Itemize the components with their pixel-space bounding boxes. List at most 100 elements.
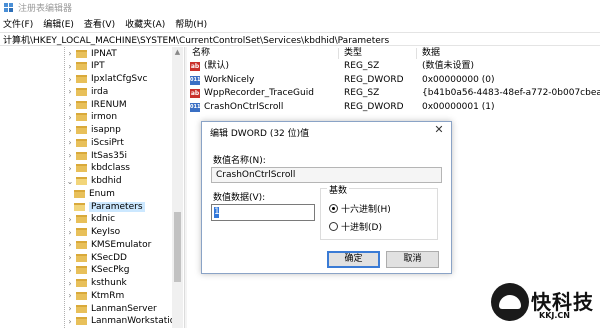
radio-hex[interactable]: 十六进制(H) [329, 202, 391, 215]
value-row[interactable]: 011 CrashOnCtrlScroll REG_DWORD 0x00000001 … [188, 101, 600, 114]
menu-view[interactable]: 查看(V) [84, 17, 115, 30]
chevron-right-icon[interactable]: › [66, 136, 74, 149]
tree-item[interactable]: › KSecPkg [66, 264, 129, 277]
tree-item-label[interactable]: kdnic [91, 214, 115, 224]
cancel-button[interactable]: 取消 [386, 251, 439, 268]
tree-item-label[interactable]: KMSEmulator [91, 240, 151, 250]
folder-icon [76, 87, 87, 96]
tree-item-label[interactable]: irmon [91, 112, 117, 122]
tree-item[interactable]: › irda [66, 85, 108, 98]
radio-button-checked[interactable] [329, 204, 338, 213]
tree-item[interactable]: › KSecDD [66, 251, 127, 264]
menu-help[interactable]: 帮助(H) [175, 17, 207, 30]
chevron-right-icon[interactable]: › [66, 124, 74, 137]
tree-item[interactable]: › KtmRm [66, 289, 124, 302]
tree-item-label[interactable]: kbdhid [91, 176, 122, 186]
tree-item[interactable]: Enum [74, 187, 115, 200]
chevron-right-icon[interactable]: › [66, 226, 74, 239]
menu-edit[interactable]: 编辑(E) [43, 17, 74, 30]
chevron-right-icon[interactable]: › [66, 277, 74, 290]
pane-splitter[interactable] [184, 47, 187, 328]
chevron-right-icon[interactable]: › [66, 85, 74, 98]
chevron-right-icon[interactable]: › [66, 264, 74, 277]
tree-item-label[interactable]: LanmanServer [91, 304, 157, 314]
chevron-right-icon[interactable]: › [66, 302, 74, 315]
value-data: {b41b0a56-4483-48ef-a772-0b007cbea8c6} [422, 88, 600, 98]
radio-hex-label[interactable]: 十六进制(H) [341, 202, 391, 215]
chevron-right-icon[interactable]: › [66, 251, 74, 264]
chevron-right-icon[interactable]: › [66, 289, 74, 302]
tree-item[interactable]: › LanmanWorkstation [66, 315, 181, 328]
chevron-right-icon[interactable]: › [66, 162, 74, 175]
value-row[interactable]: ab WppRecorder_TraceGuid REG_SZ {b41b0a56-4… [188, 87, 600, 100]
chevron-right-icon[interactable]: › [66, 60, 74, 73]
radio-decimal-label[interactable]: 十进制(D) [341, 220, 382, 233]
chevron-right-icon[interactable]: › [66, 149, 74, 162]
tree-item-label[interactable]: Parameters [89, 201, 145, 212]
column-data[interactable]: 数据 [422, 47, 440, 59]
value-data-input[interactable]: 1 [211, 204, 315, 221]
column-divider[interactable] [338, 48, 339, 59]
tree-item[interactable]: › irmon [66, 111, 117, 124]
binary-value-icon: 011 [190, 75, 201, 85]
tree-item[interactable]: › ItSas35i [66, 149, 127, 162]
tree-item-label[interactable]: kbdclass [91, 163, 130, 173]
tree-item-label[interactable]: Enum [89, 189, 115, 199]
tree-item-label[interactable]: iScsiPrt [91, 138, 124, 148]
radio-decimal[interactable]: 十进制(D) [329, 220, 382, 233]
binary-value-icon: 011 [190, 102, 201, 112]
ok-button[interactable]: 确定 [327, 251, 380, 268]
tree-item-label[interactable]: IPT [91, 61, 105, 71]
folder-icon [76, 164, 87, 173]
chevron-right-icon[interactable]: › [66, 213, 74, 226]
tree-item[interactable]: › IPT [66, 60, 105, 73]
tree-item[interactable]: › IPNAT [66, 47, 117, 60]
tree-item[interactable]: › ksthunk [66, 277, 127, 290]
tree-item[interactable]: ⌄ kbdhid [66, 175, 122, 188]
tree-scrollbar[interactable]: ▲ [172, 47, 183, 328]
chevron-right-icon[interactable]: › [66, 73, 74, 86]
tree-item-label[interactable]: LanmanWorkstation [91, 316, 181, 326]
tree-item-label[interactable]: ksthunk [91, 278, 127, 288]
tree-item[interactable]: › iScsiPrt [66, 136, 124, 149]
tree-item-label[interactable]: KSecPkg [91, 265, 129, 275]
address-path[interactable]: 计算机\HKEY_LOCAL_MACHINE\SYSTEM\CurrentCon… [3, 33, 389, 46]
tree-item-label[interactable]: KeyIso [91, 227, 120, 237]
address-bar[interactable]: 计算机\HKEY_LOCAL_MACHINE\SYSTEM\CurrentCon… [0, 32, 600, 46]
menu-favorites[interactable]: 收藏夹(A) [125, 17, 165, 30]
value-data-text[interactable]: 1 [214, 207, 220, 218]
column-name[interactable]: 名称 [192, 47, 210, 59]
tree-item-label[interactable]: ItSas35i [91, 151, 127, 161]
scrollbar-thumb[interactable] [174, 212, 181, 282]
tree-item-label[interactable]: IRENUM [91, 100, 127, 110]
tree-item[interactable]: › kbdclass [66, 162, 130, 175]
tree-item[interactable]: › isapnp [66, 124, 121, 137]
scroll-up-icon[interactable]: ▲ [172, 47, 183, 57]
tree-item[interactable]: › KeyIso [66, 226, 120, 239]
tree-item[interactable]: Parameters [74, 200, 145, 213]
tree-item-label[interactable]: IpxlatCfgSvc [91, 74, 147, 84]
chevron-right-icon[interactable]: › [66, 111, 74, 124]
tree-item-label[interactable]: IPNAT [91, 49, 117, 59]
tree-item[interactable]: › kdnic [66, 213, 115, 226]
tree-item[interactable]: › IRENUM [66, 98, 127, 111]
chevron-right-icon[interactable]: › [66, 47, 74, 60]
chevron-right-icon[interactable]: › [66, 238, 74, 251]
close-icon[interactable]: ✕ [433, 124, 445, 136]
tree-item-label[interactable]: isapnp [91, 125, 121, 135]
chevron-right-icon[interactable]: › [66, 315, 74, 328]
column-type[interactable]: 类型 [344, 47, 362, 59]
chevron-right-icon[interactable]: › [66, 98, 74, 111]
menu-file[interactable]: 文件(F) [3, 17, 33, 30]
chevron-down-icon[interactable]: ⌄ [66, 175, 74, 188]
tree-item[interactable]: › IpxlatCfgSvc [66, 73, 147, 86]
value-row[interactable]: 011 WorkNicely REG_DWORD 0x00000000 (0) [188, 74, 600, 87]
tree-item[interactable]: › LanmanServer [66, 302, 157, 315]
column-divider[interactable] [416, 48, 417, 59]
value-row[interactable]: ab (默认) REG_SZ (数值未设置) [188, 60, 600, 73]
tree-item-label[interactable]: irda [91, 87, 108, 97]
tree-item[interactable]: › KMSEmulator [66, 238, 151, 251]
tree-item-label[interactable]: KSecDD [91, 253, 127, 263]
tree-item-label[interactable]: KtmRm [91, 291, 124, 301]
radio-button[interactable] [329, 222, 338, 231]
